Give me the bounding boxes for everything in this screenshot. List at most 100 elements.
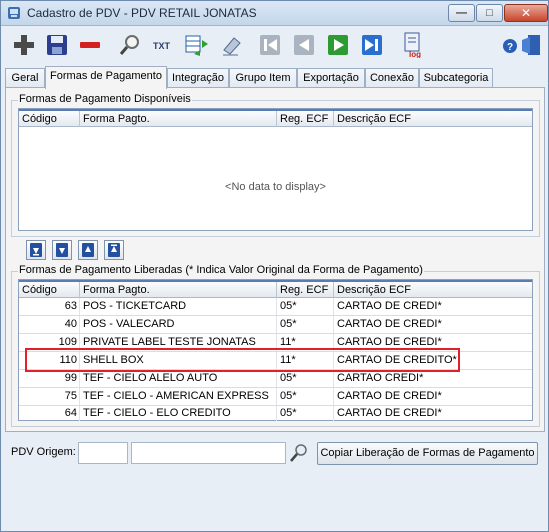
move-all-down-button[interactable]: [26, 240, 46, 260]
eraser-button[interactable]: [218, 32, 244, 58]
grid-formas-disponiveis[interactable]: Código Forma Pagto. Reg. ECF Descrição E…: [18, 108, 533, 231]
empty-grid-message: <No data to display>: [225, 181, 326, 193]
cell-reg-ecf: 05*: [277, 298, 334, 315]
refresh-table-icon: [185, 35, 208, 56]
previous-record-button[interactable]: [291, 32, 317, 58]
table-row[interactable]: 75 TEF - CIELO - AMERICAN EXPRESS 05* CA…: [19, 388, 532, 406]
tab-strip: Geral Formas de Pagamento Integração Gru…: [5, 66, 545, 89]
cell-descricao-ecf: CARTAO DE CREDI*: [337, 300, 442, 312]
search-button[interactable]: [117, 32, 143, 58]
exit-door-icon: [522, 35, 540, 55]
previous-icon: [294, 35, 314, 55]
log-icon: log: [404, 32, 421, 58]
pdv-origem-name-input[interactable]: [131, 442, 286, 464]
column-header-forma-pagto[interactable]: Forma Pagto.: [80, 111, 277, 127]
grid-header: Código Forma Pagto. Reg. ECF Descrição E…: [19, 109, 532, 127]
add-button[interactable]: [11, 32, 37, 58]
cell-forma-pagto: TEF - CIELO - AMERICAN EXPRESS: [80, 388, 277, 405]
copy-liberacao-button[interactable]: Copiar Liberação de Formas de Pagamento: [317, 442, 538, 465]
eraser-icon: [223, 37, 241, 56]
cell-reg-ecf: 05*: [277, 406, 334, 421]
next-record-button[interactable]: [325, 32, 351, 58]
plus-icon: [14, 35, 34, 55]
tab-grupo-item[interactable]: Grupo Item: [229, 68, 297, 88]
toolbar: TXT log ?: [1, 27, 548, 65]
cell-codigo: 99: [19, 370, 80, 387]
first-icon: [260, 35, 280, 55]
table-row[interactable]: 64 TEF - CIELO - ELO CREDITO 05* CARTAO …: [19, 406, 532, 421]
close-button[interactable]: ✕: [504, 4, 548, 22]
tab-conexao[interactable]: Conexão: [365, 68, 419, 88]
table-row[interactable]: 63 POS - TICKETCARD 05* CARTAO DE CREDI*: [19, 298, 532, 316]
group-formas-disponiveis: Formas de Pagamento Disponíveis Código F…: [11, 93, 540, 237]
cell-codigo: 64: [19, 406, 80, 421]
tab-geral[interactable]: Geral: [5, 68, 45, 88]
column-header-reg-ecf[interactable]: Reg. ECF: [277, 282, 334, 298]
app-icon: [8, 7, 20, 19]
cell-forma-pagto: POS - VALECARD: [80, 316, 277, 333]
pdv-origem-label: PDV Origem:: [11, 446, 76, 458]
column-header-forma-pagto[interactable]: Forma Pagto.: [80, 282, 277, 298]
pdv-origem-code-input[interactable]: [78, 442, 128, 464]
cell-forma-pagto: TEF - CIELO ALELO AUTO: [80, 370, 277, 387]
tab-formas-de-pagamento[interactable]: Formas de Pagamento: [45, 66, 167, 89]
title-bar: Cadastro de PDV - PDV RETAIL JONATAS — □…: [1, 1, 548, 26]
minus-icon: [80, 42, 100, 48]
next-icon: [328, 35, 348, 55]
highlight-box: [25, 348, 460, 372]
move-all-up-button[interactable]: [104, 240, 124, 260]
floppy-icon: [47, 35, 67, 55]
window-title: Cadastro de PDV - PDV RETAIL JONATAS: [27, 6, 257, 20]
cell-forma-pagto: TEF - CIELO - ELO CREDITO: [80, 406, 277, 421]
window: Cadastro de PDV - PDV RETAIL JONATAS — □…: [0, 0, 549, 532]
column-header-codigo[interactable]: Código: [19, 111, 80, 127]
arrow-down-icon: [56, 243, 68, 257]
svg-text:TXT: TXT: [153, 41, 171, 51]
grid-header: Código Forma Pagto. Reg. ECF Descrição E…: [19, 280, 532, 298]
exit-button[interactable]: [518, 32, 544, 58]
last-record-button[interactable]: [359, 32, 385, 58]
table-row[interactable]: 99 TEF - CIELO ALELO AUTO 05* CARTAO CRE…: [19, 370, 532, 388]
minimize-button[interactable]: —: [448, 4, 475, 22]
svg-text:log: log: [409, 50, 421, 58]
double-arrow-up-icon: [108, 243, 120, 257]
cell-codigo: 75: [19, 388, 80, 405]
cell-reg-ecf: 05*: [277, 388, 334, 405]
arrow-up-icon: [82, 243, 94, 257]
cell-codigo: 63: [19, 298, 80, 315]
cell-reg-ecf: 05*: [277, 316, 334, 333]
maximize-button[interactable]: □: [476, 4, 503, 22]
cell-descricao-ecf: CARTAO DE CREDI*: [337, 390, 442, 402]
save-button[interactable]: [44, 32, 70, 58]
move-up-button[interactable]: [78, 240, 98, 260]
column-header-descricao-ecf[interactable]: Descrição ECF: [334, 111, 532, 127]
log-button[interactable]: log: [401, 32, 427, 58]
pdv-lookup-button[interactable]: [288, 442, 310, 464]
delete-button[interactable]: [77, 32, 103, 58]
table-row[interactable]: 40 POS - VALECARD 05* CARTAO DE CREDI*: [19, 316, 532, 334]
magnifier-icon: [290, 444, 307, 462]
tab-exportacao[interactable]: Exportação: [297, 68, 365, 88]
txt-icon: TXT: [153, 41, 171, 51]
refresh-grid-button[interactable]: [184, 32, 210, 58]
cell-descricao-ecf: CARTAO CREDI*: [337, 372, 424, 384]
last-icon: [362, 35, 382, 55]
tab-integracao[interactable]: Integração: [167, 68, 229, 88]
move-buttons: [26, 240, 126, 262]
column-header-descricao-ecf[interactable]: Descrição ECF: [334, 282, 532, 298]
tab-panel-formas-de-pagamento: Formas de Pagamento Disponíveis Código F…: [5, 87, 545, 432]
column-header-codigo[interactable]: Código: [19, 282, 80, 298]
cell-reg-ecf: 05*: [277, 370, 334, 387]
group-label-liberadas: Formas de Pagamento Liberadas (* Indica …: [18, 264, 424, 276]
move-down-button[interactable]: [52, 240, 72, 260]
svg-text:?: ?: [507, 42, 513, 53]
column-header-reg-ecf[interactable]: Reg. ECF: [277, 111, 334, 127]
tab-subcategoria[interactable]: Subcategoria: [419, 68, 493, 88]
group-label-disponiveis: Formas de Pagamento Disponíveis: [18, 93, 192, 105]
cell-forma-pagto: POS - TICKETCARD: [80, 298, 277, 315]
first-record-button[interactable]: [257, 32, 283, 58]
double-arrow-down-icon: [30, 243, 42, 257]
cell-descricao-ecf: CARTAO DE CREDI*: [337, 318, 442, 330]
cell-descricao-ecf: CARTAO DE CREDI*: [337, 407, 442, 419]
txt-export-button[interactable]: TXT: [151, 32, 177, 58]
